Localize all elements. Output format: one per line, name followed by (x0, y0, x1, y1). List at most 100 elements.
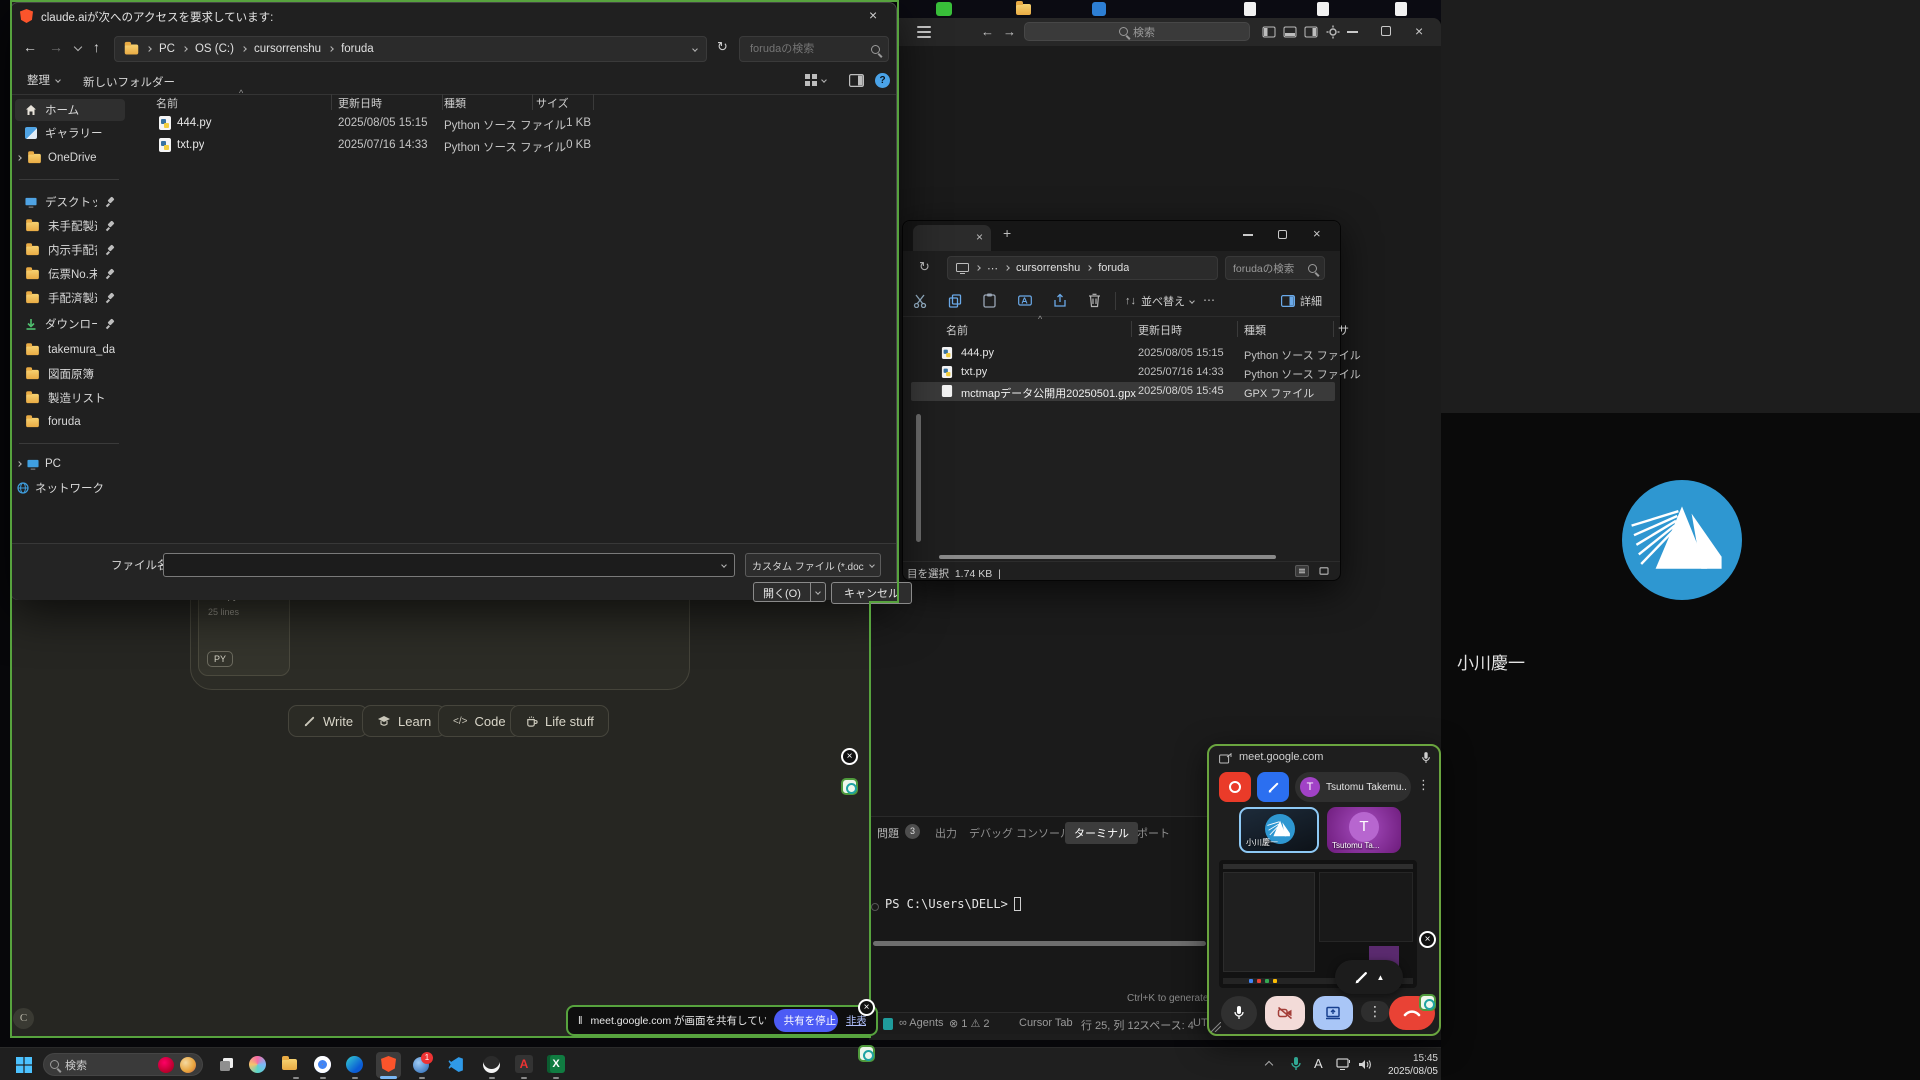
sidebar-item-pc[interactable]: PC (15, 453, 125, 475)
toggle-primary-sidebar-icon[interactable] (1262, 25, 1276, 39)
task-view-button[interactable] (218, 1056, 235, 1073)
breadcrumb-os-c[interactable]: OS (C:) (195, 43, 234, 55)
sidebar-item-naiji[interactable]: 内示手配書 (15, 239, 125, 261)
chrome-button[interactable] (314, 1056, 331, 1073)
annotation-pen-pill[interactable]: ▲ (1335, 960, 1403, 994)
edge-button[interactable] (346, 1056, 363, 1073)
new-folder-button[interactable]: 新しいフォルダー (83, 74, 175, 90)
maximize-icon[interactable] (1278, 230, 1287, 239)
view-mode-button[interactable] (804, 73, 826, 87)
github-desktop-button[interactable] (483, 1056, 500, 1073)
explorer-tab[interactable]: × (913, 225, 991, 251)
sidebar-item-gallery[interactable]: ギャラリー (15, 122, 125, 144)
new-tab-icon[interactable]: + (1003, 225, 1011, 241)
breadcrumb-foruda[interactable]: foruda (341, 43, 374, 55)
vscode-button[interactable] (448, 1056, 465, 1073)
share-icon[interactable] (1053, 293, 1067, 308)
sidebar-item-denpyo[interactable]: 伝票No.未記入リスト (15, 263, 125, 285)
cut-icon[interactable] (913, 294, 927, 308)
breadcrumb-ellipsis[interactable]: ⋯ (987, 262, 998, 275)
open-dropdown[interactable] (810, 582, 826, 602)
breadcrumb-cursorrenshu[interactable]: cursorrenshu (254, 43, 321, 55)
column-type[interactable]: 種類 (444, 95, 466, 111)
claude-logo[interactable]: C (13, 1008, 34, 1029)
rename-icon[interactable] (1018, 294, 1032, 307)
tray-clock[interactable]: 15:45 2025/08/05 (1382, 1052, 1438, 1078)
desktop-icon[interactable] (936, 2, 952, 16)
breadcrumb-cursorrenshu[interactable]: cursorrenshu (1016, 262, 1080, 274)
copilot-button[interactable] (249, 1056, 266, 1073)
paste-icon[interactable] (983, 293, 996, 308)
problems-status[interactable]: ⊗ 1 ⚠ 2 (949, 1017, 990, 1030)
desktop-icon[interactable] (1092, 2, 1106, 16)
breadcrumb-foruda[interactable]: foruda (1098, 262, 1129, 274)
terminal-scrollbar[interactable] (873, 941, 1206, 946)
desktop-doc-icon[interactable] (1317, 2, 1329, 16)
participant-tile-self[interactable]: 小川慶一 (1239, 807, 1319, 853)
file-row[interactable]: 444.py 2025/08/05 15:15 Python ソース ファイル … (133, 113, 873, 134)
acrobat-button[interactable]: A (515, 1055, 533, 1073)
excel-button[interactable]: X (547, 1055, 565, 1073)
mic-toggle-button[interactable] (1221, 996, 1257, 1030)
tray-mic-icon[interactable] (1290, 1056, 1302, 1072)
tray-network-icon[interactable] (1336, 1058, 1351, 1071)
life-stuff-button[interactable]: Life stuff (510, 705, 609, 737)
pip-mic-icon[interactable] (1421, 751, 1431, 765)
sidebar-item-onedrive[interactable]: OneDrive (15, 147, 125, 169)
draw-button[interactable] (1257, 772, 1289, 802)
tray-ime-indicator[interactable]: A (1314, 1056, 1323, 1071)
file-explorer-button[interactable] (282, 1059, 297, 1070)
details-view-toggle[interactable] (1295, 565, 1309, 577)
cursor-titlebar[interactable]: ← → 検索 × (869, 18, 1441, 46)
taskbar-search[interactable]: 検索 (43, 1053, 203, 1076)
explorer-search-box[interactable]: forudaの検索 (1225, 256, 1325, 280)
terminal-prompt[interactable]: PS C:\Users\DELL> (885, 897, 1021, 911)
history-back-icon[interactable]: ← (981, 24, 994, 39)
desktop-folder-icon[interactable] (1016, 4, 1031, 15)
column-type[interactable]: 種類 (1244, 322, 1266, 338)
back-icon[interactable]: ← (23, 39, 37, 55)
record-button[interactable] (1219, 772, 1251, 802)
dialog-breadcrumb[interactable]: PC OS (C:) cursorrenshu foruda (114, 36, 707, 62)
annotation-camera-icon[interactable] (858, 1045, 875, 1062)
start-button[interactable] (16, 1057, 32, 1073)
open-button[interactable]: 開く(O) (753, 582, 810, 602)
recent-locations-icon[interactable] (74, 43, 82, 51)
expand-chevron-icon[interactable] (16, 155, 22, 161)
present-button[interactable] (1313, 996, 1353, 1030)
sidebar-item-takemura-data[interactable]: takemura_data (15, 339, 125, 361)
close-icon[interactable]: × (869, 7, 877, 23)
host-pill[interactable]: T Tsutomu Takemu... (1295, 772, 1411, 802)
forward-icon[interactable]: → (49, 39, 63, 55)
annotation-camera-icon[interactable] (1419, 994, 1436, 1011)
sidebar-item-seizo-list[interactable]: 製造リスト (15, 387, 125, 409)
filetype-select[interactable]: カスタム ファイル (*.docx;*.rtf;*.ep (745, 553, 881, 577)
dialog-search-box[interactable] (739, 36, 889, 62)
column-date[interactable]: 更新日時 (1138, 322, 1182, 338)
horizontal-scrollbar[interactable] (939, 555, 1276, 559)
sidebar-item-mitehai-list[interactable]: 未手配製造リスト (15, 215, 125, 237)
column-size[interactable]: サ (1338, 322, 1349, 338)
filename-combobox[interactable] (163, 553, 735, 577)
cursor-tab-status[interactable]: Cursor Tab (1019, 1017, 1073, 1029)
sidebar-item-zumen[interactable]: 図面原簿 (15, 363, 125, 385)
participant-tile-host[interactable]: T Tsutomu Ta... (1327, 807, 1401, 853)
cursor-search-box[interactable]: 検索 (1024, 22, 1250, 41)
copy-icon[interactable] (948, 294, 962, 308)
file-row[interactable]: txt.py 2025/07/16 14:33 Python ソース ファイル (911, 363, 1335, 382)
expand-up-icon[interactable]: ▲ (1377, 973, 1385, 982)
tab-terminal[interactable]: ターミナル (1065, 822, 1138, 844)
gear-icon[interactable] (1326, 25, 1340, 39)
minimize-icon[interactable] (1347, 31, 1358, 33)
desktop-doc-icon[interactable] (1244, 2, 1256, 16)
sidebar-item-home[interactable]: ホーム (15, 99, 125, 121)
notification-app-button[interactable]: 1 (413, 1055, 432, 1074)
dialog-titlebar[interactable]: claude.aiが次へのアクセスを要求しています: × (11, 3, 896, 29)
stop-sharing-button[interactable]: 共有を停止 (774, 1009, 838, 1032)
tray-expand-icon[interactable] (1265, 1061, 1273, 1069)
filename-input[interactable] (170, 556, 700, 570)
resize-handle[interactable] (1211, 1022, 1221, 1032)
learn-button[interactable]: Learn (362, 705, 446, 737)
annotation-close-icon[interactable]: × (841, 748, 858, 765)
refresh-icon[interactable]: ↻ (717, 39, 728, 55)
